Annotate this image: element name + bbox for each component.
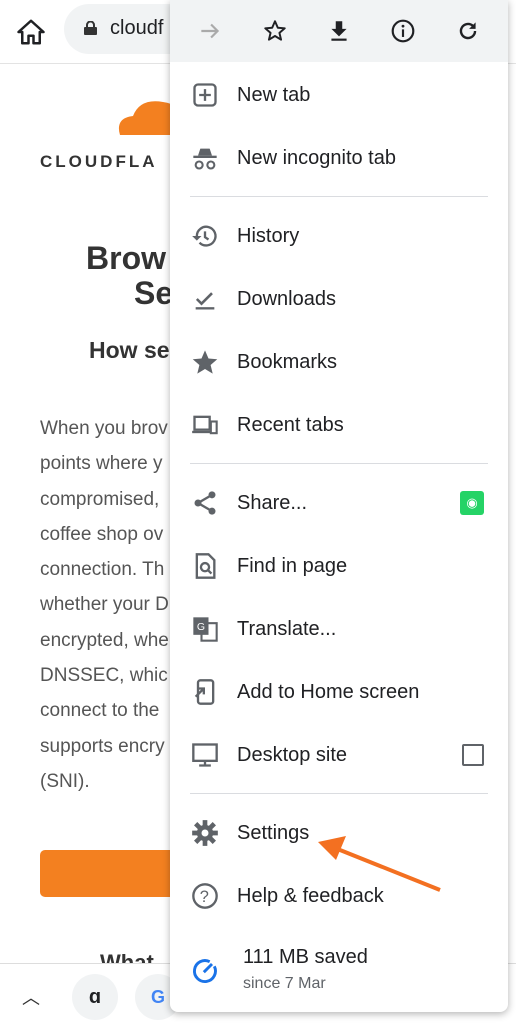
menu-item-label: New tab (237, 83, 311, 106)
menu-item-help-feedback[interactable]: ? Help & feedback (170, 866, 508, 926)
menu-item-label: Downloads (237, 287, 336, 310)
menu-item-recent-tabs[interactable]: Recent tabs (170, 395, 508, 455)
tab-thumbnail[interactable]: ɑ (72, 974, 118, 1020)
menu-divider (190, 463, 488, 464)
plus-square-icon (190, 80, 220, 110)
menu-item-translate[interactable]: G Translate... (170, 599, 508, 659)
menu-item-find-in-page[interactable]: Find in page (170, 536, 508, 596)
menu-item-label: Find in page (237, 554, 348, 577)
desktop-icon (190, 740, 220, 770)
savings-title: 111 MB saved (243, 946, 368, 968)
find-icon (190, 551, 220, 581)
devices-icon (190, 410, 220, 440)
url-text: cloudf (110, 17, 164, 39)
add-home-icon (190, 677, 220, 707)
menu-item-label: Settings (237, 821, 310, 844)
menu-item-history[interactable]: History (170, 206, 508, 266)
menu-item-label: Bookmarks (237, 350, 338, 373)
menu-item-label: Share... (237, 491, 308, 514)
chevron-up-icon[interactable]: ︿ (22, 984, 40, 1010)
menu-item-label: Recent tabs (237, 413, 344, 436)
downloads-icon (190, 284, 220, 314)
savings-subtitle: since 7 Mar (243, 975, 326, 992)
star-icon (190, 347, 220, 377)
download-icon[interactable] (326, 18, 352, 44)
svg-text:?: ? (200, 888, 209, 906)
home-icon[interactable] (16, 17, 46, 47)
svg-text:G: G (197, 621, 205, 633)
page-subheading: How se (89, 337, 170, 363)
desktop-site-checkbox[interactable] (462, 744, 484, 766)
menu-item-downloads[interactable]: Downloads (170, 269, 508, 329)
bookmark-star-icon[interactable] (262, 18, 288, 44)
chrome-overflow-menu: New tab New incognito tab History Downloads… (170, 0, 508, 1012)
page-heading-2: Se (134, 275, 174, 311)
info-icon[interactable] (390, 18, 416, 44)
translate-icon: G (190, 614, 220, 644)
menu-item-label: Add to Home screen (237, 680, 420, 703)
help-icon: ? (190, 881, 220, 911)
menu-item-label: History (237, 224, 300, 247)
page-heading: Brow (86, 240, 166, 276)
google-icon: G (150, 986, 165, 1007)
menu-item-add-to-home-screen[interactable]: Add to Home screen (170, 662, 508, 722)
share-icon (190, 488, 220, 518)
menu-item-label: Translate... (237, 617, 337, 640)
menu-item-bookmarks[interactable]: Bookmarks (170, 332, 508, 392)
menu-divider (190, 793, 488, 794)
reload-icon[interactable] (455, 18, 481, 44)
lite-mode-gauge-icon (190, 956, 220, 986)
lock-icon (84, 21, 97, 35)
menu-divider (190, 196, 488, 197)
menu-item-new-incognito-tab[interactable]: New incognito tab (170, 128, 508, 188)
menu-item-share[interactable]: Share... ◉ (170, 473, 508, 533)
menu-item-settings[interactable]: Settings (170, 803, 508, 863)
menu-item-desktop-site[interactable]: Desktop site (170, 725, 508, 785)
gear-icon (190, 818, 220, 848)
menu-item-label: Help & feedback (237, 884, 384, 907)
incognito-icon (190, 143, 220, 173)
menu-item-data-saver[interactable]: 111 MB saved since 7 Mar (170, 940, 508, 1002)
menu-item-label: New incognito tab (237, 146, 396, 169)
site-favicon-icon: ɑ (88, 985, 102, 1008)
menu-item-label: Desktop site (237, 743, 348, 766)
history-icon (190, 221, 220, 251)
menu-action-row (170, 0, 508, 62)
whatsapp-icon[interactable]: ◉ (460, 491, 484, 515)
forward-icon[interactable] (197, 18, 223, 44)
menu-item-new-tab[interactable]: New tab (170, 65, 508, 125)
